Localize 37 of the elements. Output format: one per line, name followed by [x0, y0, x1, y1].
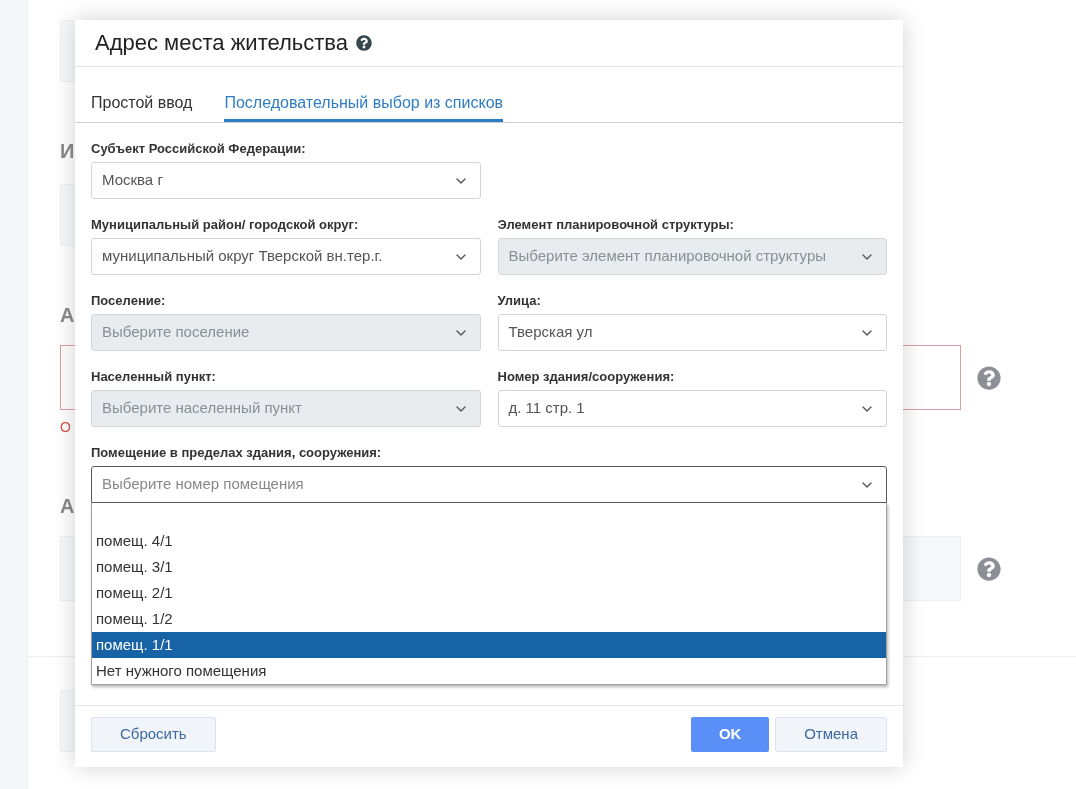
chevron-down-icon	[862, 481, 872, 488]
dropdown-option[interactable]: помещ. 1/2	[92, 606, 886, 632]
dropdown-option[interactable]: Нет нужного помещения	[92, 658, 886, 684]
error-message: О	[60, 418, 71, 437]
dropdown-option[interactable]: помещ. 1/1	[92, 632, 886, 658]
field-label: Субъект Российской Федерации:	[91, 140, 306, 158]
field-label: Улица:	[497, 292, 541, 310]
chevron-down-icon	[862, 253, 872, 260]
chevron-down-icon	[862, 329, 872, 336]
chevron-down-icon	[455, 405, 466, 412]
field-label: Помещение в пределах здания, сооружения:	[91, 444, 382, 462]
select-field[interactable]: д. 11 стр. 1	[497, 390, 887, 427]
chevron-down-icon	[455, 329, 466, 336]
dropdown-option[interactable]: помещ. 3/1	[92, 554, 886, 580]
select-field[interactable]: Выберите номер помещения	[91, 466, 887, 503]
select-field[interactable]: Москва г	[91, 162, 481, 199]
field-label: Поселение:	[91, 292, 166, 310]
section-heading: И	[60, 139, 75, 164]
chevron-down-icon	[862, 405, 872, 412]
select-field[interactable]: Тверская ул	[497, 314, 887, 351]
section-heading: А	[60, 303, 75, 328]
chevron-down-icon	[455, 253, 466, 260]
field-label: Элемент планировочной структуры:	[497, 216, 734, 234]
help-icon[interactable]	[356, 35, 373, 51]
dropdown-option[interactable]: помещ. 4/1	[92, 528, 886, 554]
tab[interactable]: Простой ввод	[91, 67, 193, 122]
secondary-button[interactable]: Сбросить	[91, 717, 216, 752]
field-label: Населенный пункт:	[91, 368, 216, 386]
chevron-down-icon	[455, 177, 466, 184]
dialog-title: Адрес места жительства	[95, 29, 349, 57]
tab[interactable]: Последовательный выбор из списков	[224, 67, 504, 122]
field-label: Номер здания/сооружения:	[497, 368, 675, 386]
dropdown-option[interactable]: помещ. 2/1	[92, 580, 886, 606]
select-field[interactable]: муниципальный округ Тверской вн.тер.г.	[91, 238, 481, 275]
secondary-button[interactable]: Отмена	[775, 717, 887, 752]
field-label: Муниципальный район/ городской округ:	[91, 216, 359, 234]
section-heading: А	[60, 494, 75, 519]
